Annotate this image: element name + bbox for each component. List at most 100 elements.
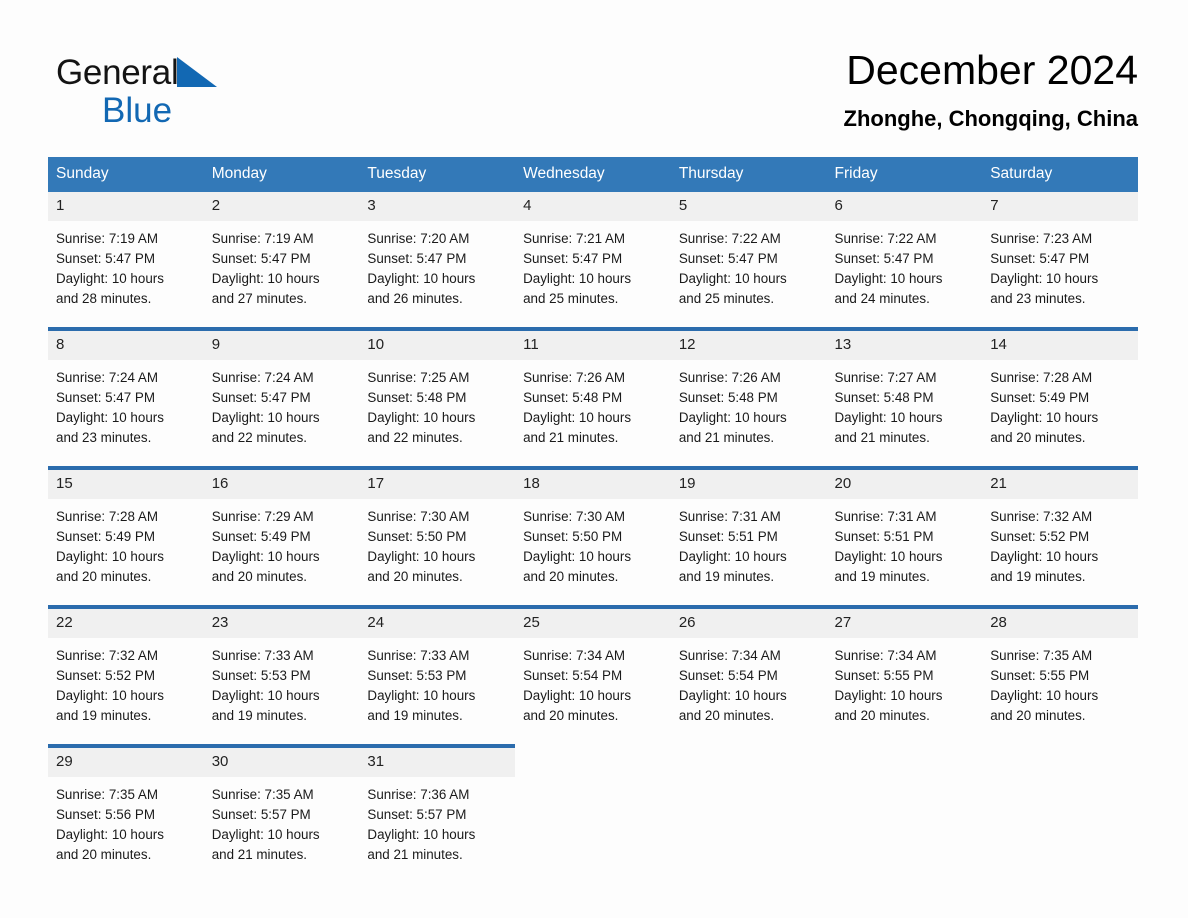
- day-cell[interactable]: 18 Sunrise: 7:30 AM Sunset: 5:50 PM Dayl…: [515, 470, 671, 605]
- day-details: Sunrise: 7:21 AM Sunset: 5:47 PM Dayligh…: [515, 221, 671, 309]
- day-cell[interactable]: 8 Sunrise: 7:24 AM Sunset: 5:47 PM Dayli…: [48, 331, 204, 466]
- day-number: 12: [670, 331, 827, 360]
- sunrise-text: Sunrise: 7:28 AM: [990, 370, 1093, 385]
- day-number: 13: [826, 331, 983, 360]
- sunrise-text: Sunrise: 7:32 AM: [990, 509, 1093, 524]
- daylight-text-line2: and 20 minutes.: [834, 708, 930, 723]
- sunset-text: Sunset: 5:51 PM: [678, 529, 778, 544]
- generalblue-logo[interactable]: General Blue: [56, 52, 316, 136]
- daylight-text-line2: and 25 minutes.: [678, 291, 775, 306]
- day-cell[interactable]: 11 Sunrise: 7:26 AM Sunset: 5:48 PM Dayl…: [515, 331, 671, 466]
- day-number-empty: [827, 748, 983, 777]
- sunset-text: Sunset: 5:50 PM: [523, 529, 623, 544]
- title-block: December 2024 Zhonghe, Chongqing, China: [844, 44, 1139, 132]
- day-details: Sunrise: 7:30 AM Sunset: 5:50 PM Dayligh…: [515, 499, 671, 587]
- day-number: 24: [359, 609, 516, 638]
- day-cell[interactable]: 6 Sunrise: 7:22 AM Sunset: 5:47 PM Dayli…: [826, 192, 983, 327]
- sunrise-text: Sunrise: 7:25 AM: [367, 370, 470, 385]
- daylight-text-line1: Daylight: 10 hours: [56, 688, 164, 703]
- sunrise-text: Sunrise: 7:35 AM: [211, 787, 314, 802]
- sunrise-text: Sunrise: 7:23 AM: [990, 231, 1093, 246]
- day-cell[interactable]: 10 Sunrise: 7:25 AM Sunset: 5:48 PM Dayl…: [359, 331, 516, 466]
- day-details: Sunrise: 7:19 AM Sunset: 5:47 PM Dayligh…: [48, 221, 204, 309]
- week-row: 8 Sunrise: 7:24 AM Sunset: 5:47 PM Dayli…: [48, 331, 1138, 466]
- day-cell[interactable]: 3 Sunrise: 7:20 AM Sunset: 5:47 PM Dayli…: [359, 192, 516, 327]
- day-cell[interactable]: 21 Sunrise: 7:32 AM Sunset: 5:52 PM Dayl…: [982, 470, 1138, 605]
- sunrise-text: Sunrise: 7:19 AM: [56, 231, 158, 246]
- day-cell[interactable]: 22 Sunrise: 7:32 AM Sunset: 5:52 PM Dayl…: [48, 609, 204, 744]
- day-cell[interactable]: 23 Sunrise: 7:33 AM Sunset: 5:53 PM Dayl…: [203, 609, 360, 744]
- day-cell[interactable]: 13 Sunrise: 7:27 AM Sunset: 5:48 PM Dayl…: [826, 331, 983, 466]
- day-number: 31: [359, 748, 516, 777]
- daylight-text-line2: and 20 minutes.: [990, 430, 1086, 445]
- daylight-text-line1: Daylight: 10 hours: [211, 827, 320, 842]
- day-cell[interactable]: 26 Sunrise: 7:34 AM Sunset: 5:54 PM Dayl…: [670, 609, 827, 744]
- sunrise-text: Sunrise: 7:26 AM: [678, 370, 781, 385]
- day-cell-empty: [827, 748, 983, 883]
- day-number: 18: [515, 470, 671, 499]
- day-details: Sunrise: 7:28 AM Sunset: 5:49 PM Dayligh…: [982, 360, 1138, 448]
- day-cell[interactable]: 24 Sunrise: 7:33 AM Sunset: 5:53 PM Dayl…: [359, 609, 516, 744]
- day-cell[interactable]: 2 Sunrise: 7:19 AM Sunset: 5:47 PM Dayli…: [203, 192, 360, 327]
- sunset-text: Sunset: 5:47 PM: [367, 251, 467, 266]
- sunset-text: Sunset: 5:47 PM: [211, 251, 311, 266]
- day-details: Sunrise: 7:35 AM Sunset: 5:55 PM Dayligh…: [982, 638, 1138, 726]
- week-row: 29 Sunrise: 7:35 AM Sunset: 5:56 PM Dayl…: [48, 748, 1138, 883]
- day-details: Sunrise: 7:24 AM Sunset: 5:47 PM Dayligh…: [48, 360, 204, 448]
- day-cell[interactable]: 12 Sunrise: 7:26 AM Sunset: 5:48 PM Dayl…: [670, 331, 827, 466]
- day-cell[interactable]: 1 Sunrise: 7:19 AM Sunset: 5:47 PM Dayli…: [48, 192, 204, 327]
- day-cell[interactable]: 4 Sunrise: 7:21 AM Sunset: 5:47 PM Dayli…: [515, 192, 671, 327]
- logo-word-general: General: [56, 53, 179, 92]
- daylight-text-line1: Daylight: 10 hours: [523, 410, 632, 425]
- day-cell[interactable]: 14 Sunrise: 7:28 AM Sunset: 5:49 PM Dayl…: [982, 331, 1138, 466]
- daylight-text-line1: Daylight: 10 hours: [834, 271, 943, 286]
- daylight-text-line2: and 26 minutes.: [367, 291, 463, 306]
- daylight-text-line1: Daylight: 10 hours: [367, 271, 476, 286]
- sunset-text: Sunset: 5:49 PM: [56, 529, 155, 544]
- sunset-text: Sunset: 5:49 PM: [211, 529, 311, 544]
- daylight-text-line2: and 19 minutes.: [56, 708, 152, 723]
- day-cell[interactable]: 19 Sunrise: 7:31 AM Sunset: 5:51 PM Dayl…: [670, 470, 827, 605]
- day-cell[interactable]: 30 Sunrise: 7:35 AM Sunset: 5:57 PM Dayl…: [203, 748, 360, 883]
- day-number: 5: [670, 192, 827, 221]
- logo-word-blue: Blue: [102, 91, 173, 130]
- sunset-text: Sunset: 5:47 PM: [211, 390, 311, 405]
- sunrise-sunset-calendar: Sunday Monday Tuesday Wednesday Thursday…: [48, 157, 1138, 883]
- day-number: 28: [982, 609, 1138, 638]
- day-number: 11: [515, 331, 671, 360]
- daylight-text-line1: Daylight: 10 hours: [834, 549, 943, 564]
- day-cell[interactable]: 31 Sunrise: 7:36 AM Sunset: 5:57 PM Dayl…: [359, 748, 516, 883]
- sunset-text: Sunset: 5:52 PM: [990, 529, 1090, 544]
- day-details: Sunrise: 7:30 AM Sunset: 5:50 PM Dayligh…: [359, 499, 515, 587]
- day-cell[interactable]: 17 Sunrise: 7:30 AM Sunset: 5:50 PM Dayl…: [359, 470, 516, 605]
- sunset-text: Sunset: 5:57 PM: [367, 807, 467, 822]
- daylight-text-line1: Daylight: 10 hours: [678, 549, 787, 564]
- sunrise-text: Sunrise: 7:29 AM: [211, 509, 314, 524]
- day-cell[interactable]: 16 Sunrise: 7:29 AM Sunset: 5:49 PM Dayl…: [203, 470, 360, 605]
- day-cell[interactable]: 28 Sunrise: 7:35 AM Sunset: 5:55 PM Dayl…: [982, 609, 1138, 744]
- day-cell[interactable]: 5 Sunrise: 7:22 AM Sunset: 5:47 PM Dayli…: [670, 192, 827, 327]
- day-number: 27: [826, 609, 983, 638]
- day-cell[interactable]: 7 Sunrise: 7:23 AM Sunset: 5:47 PM Dayli…: [982, 192, 1138, 327]
- day-cell[interactable]: 20 Sunrise: 7:31 AM Sunset: 5:51 PM Dayl…: [826, 470, 983, 605]
- sunrise-text: Sunrise: 7:35 AM: [990, 648, 1093, 663]
- sunrise-text: Sunrise: 7:22 AM: [834, 231, 937, 246]
- day-cell[interactable]: 9 Sunrise: 7:24 AM Sunset: 5:47 PM Dayli…: [203, 331, 360, 466]
- day-number: 19: [670, 470, 827, 499]
- day-details: Sunrise: 7:22 AM Sunset: 5:47 PM Dayligh…: [827, 221, 983, 309]
- sunset-text: Sunset: 5:53 PM: [211, 668, 311, 683]
- day-details: Sunrise: 7:31 AM Sunset: 5:51 PM Dayligh…: [671, 499, 827, 587]
- sunset-text: Sunset: 5:47 PM: [678, 251, 778, 266]
- page-subtitle-location: Zhonghe, Chongqing, China: [843, 106, 1139, 131]
- daylight-text-line2: and 20 minutes.: [56, 569, 152, 584]
- day-cell[interactable]: 27 Sunrise: 7:34 AM Sunset: 5:55 PM Dayl…: [826, 609, 983, 744]
- daylight-text-line1: Daylight: 10 hours: [56, 271, 164, 286]
- daylight-text-line2: and 21 minutes.: [678, 430, 775, 445]
- day-cell[interactable]: 25 Sunrise: 7:34 AM Sunset: 5:54 PM Dayl…: [515, 609, 671, 744]
- day-details: Sunrise: 7:32 AM Sunset: 5:52 PM Dayligh…: [48, 638, 204, 726]
- day-cell[interactable]: 29 Sunrise: 7:35 AM Sunset: 5:56 PM Dayl…: [48, 748, 204, 883]
- sunset-text: Sunset: 5:54 PM: [678, 668, 778, 683]
- sunrise-text: Sunrise: 7:21 AM: [523, 231, 626, 246]
- page-header: General Blue December 2024 Zhonghe, Chon…: [48, 44, 1138, 144]
- day-cell[interactable]: 15 Sunrise: 7:28 AM Sunset: 5:49 PM Dayl…: [48, 470, 204, 605]
